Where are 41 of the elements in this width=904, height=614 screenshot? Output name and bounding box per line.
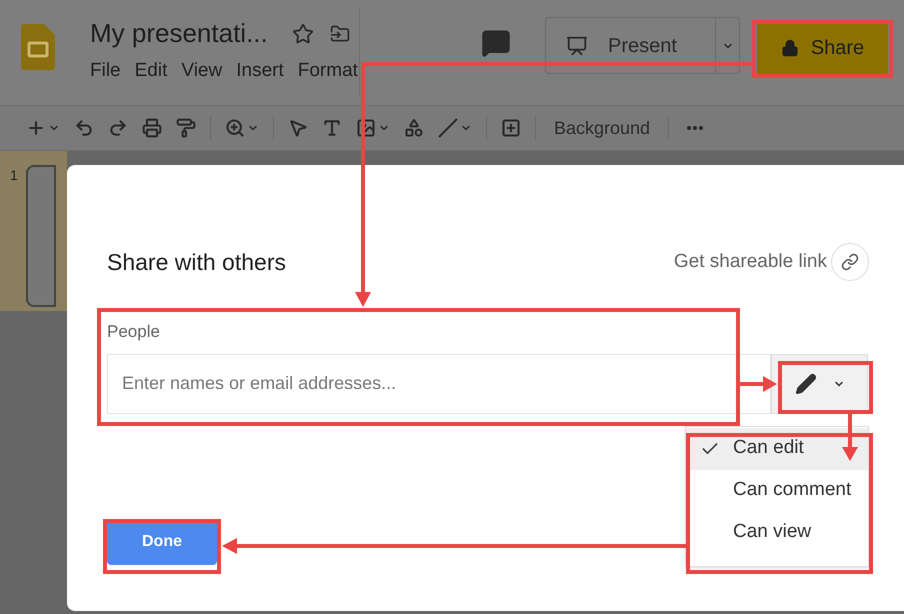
shapes-icon [404, 118, 424, 138]
shareable-link-button[interactable]: Get shareable link [674, 243, 869, 281]
present-button[interactable]: Present [545, 17, 740, 74]
menu-item[interactable]: View [181, 57, 222, 86]
folder-icon[interactable] [330, 24, 350, 44]
slide-number: 1 [10, 166, 18, 185]
zoom-in-icon [225, 118, 245, 138]
paint-roller-icon [176, 118, 196, 138]
option-label: Can comment [733, 478, 852, 502]
menu-item[interactable]: Insert [236, 57, 284, 86]
plus-icon [26, 118, 46, 138]
arrow [740, 376, 777, 392]
people-label: People [107, 321, 161, 343]
arrow [842, 414, 858, 461]
menu-item[interactable]: Edit [134, 57, 168, 86]
people-input-field[interactable]: Enter names or email addresses... [107, 354, 771, 414]
option-label: Can edit [733, 436, 804, 460]
lock-icon [780, 39, 799, 57]
present-label: Present [608, 34, 677, 58]
plus-square-icon [501, 118, 521, 138]
background-button[interactable]: Background [546, 114, 658, 142]
undo-icon [74, 118, 94, 138]
document-title[interactable]: My presentati... [90, 14, 268, 53]
link-icon [831, 243, 869, 281]
menu-item[interactable]: File [90, 57, 121, 86]
option-label: Can view [733, 520, 812, 544]
more-icon [687, 126, 704, 130]
redo-icon [108, 118, 128, 138]
slide-thumbnail[interactable] [26, 165, 56, 307]
text-icon [322, 118, 342, 138]
image-icon [356, 118, 376, 138]
comment-icon[interactable] [481, 28, 511, 58]
printer-icon [142, 118, 162, 138]
menu-item[interactable]: Format [298, 57, 358, 86]
dialog-title: Share with others [107, 248, 286, 277]
cursor-icon [288, 118, 308, 138]
pencil-icon [794, 372, 816, 394]
line-icon [438, 118, 458, 138]
present-icon [566, 34, 588, 56]
slides-logo-icon [21, 24, 55, 70]
star-icon[interactable] [292, 22, 314, 44]
